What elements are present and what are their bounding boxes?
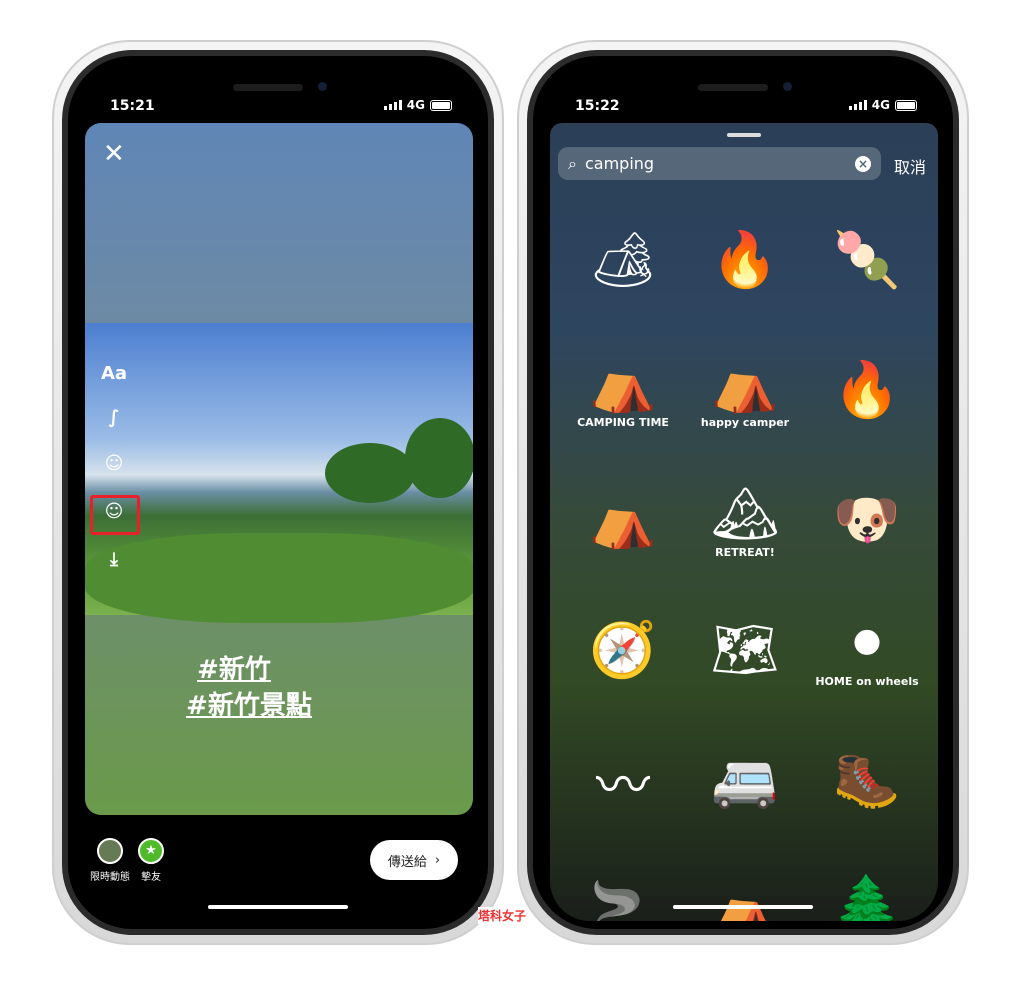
sticker-campfire-logo[interactable]: 🏕 [562, 195, 684, 325]
hashtag[interactable]: #新竹 [85, 649, 473, 686]
landscape-photo[interactable] [85, 323, 473, 623]
download-icon[interactable]: ⤓ [99, 549, 129, 570]
camping-time-icon: ⛺ [589, 351, 657, 415]
sticker-camper-van[interactable]: 🚐 [684, 715, 806, 845]
camera [318, 82, 327, 91]
clock: 15:22 [575, 98, 620, 114]
tent-icon: ⛺ [589, 488, 657, 551]
camper-van-icon: 🚐 [711, 748, 779, 811]
sticker-icon[interactable]: ☺ [99, 453, 129, 474]
sticker-text: happy camper [700, 415, 790, 429]
sticker-camping-time[interactable]: ⛺ CAMPING TIME [562, 325, 684, 455]
story-canvas[interactable]: ✕ Aa ∫ ☺ ☺ ⤓ #新竹 #新竹景點 [85, 123, 473, 815]
cigarette-icon: 🚬 [589, 878, 657, 921]
speaker [698, 84, 768, 91]
sticker-text: HOME on wheels [815, 675, 919, 688]
drag-handle[interactable] [727, 133, 761, 137]
sticker-happy-camper[interactable]: ⛺ happy camper [684, 325, 806, 455]
network-label: 4G [871, 98, 890, 112]
clear-icon[interactable]: × [855, 155, 871, 172]
cancel-button[interactable]: 取消 [894, 154, 926, 178]
face-effects-icon[interactable]: ☺ [99, 501, 129, 522]
sticker-tent[interactable]: ⛺ [562, 455, 684, 585]
signal-icon [848, 100, 867, 110]
speaker [233, 84, 303, 91]
close-icon[interactable]: ✕ [103, 139, 125, 169]
sticker-adventures-badge[interactable]: 🌲Adventures [806, 845, 928, 922]
share-label: 摯友 [141, 872, 161, 883]
status-bar: 15:21 4G [68, 98, 488, 118]
hammock-icon: 〰 [596, 753, 650, 817]
retreat-mountains-icon: 🏔 [710, 481, 780, 545]
campfire-logo-icon: 🏕 [588, 228, 658, 291]
sticker-home-on-wheels[interactable]: ⚫ HOME on wheels [806, 585, 928, 715]
sticker-compass[interactable]: 🧭 [562, 585, 684, 715]
compass-icon: 🧭 [589, 618, 657, 681]
snoopy-campfire-icon: 🐶 [833, 488, 901, 551]
happy-camper-icon: ⛺ [711, 351, 779, 415]
network-label: 4G [406, 98, 425, 112]
share-your-story[interactable]: 限時動態 [90, 838, 130, 883]
home-on-wheels-icon: ⚫ [844, 612, 890, 675]
sticker-campfire[interactable]: 🔥 [684, 195, 806, 325]
send-label: 傳送給 [387, 854, 427, 870]
flaming-marshmallow-icon: 🔥 [833, 358, 901, 421]
battery-icon [895, 99, 917, 111]
home-indicator [673, 905, 813, 909]
sticker-retreat-mountains[interactable]: 🏔 RETREAT! [684, 455, 806, 585]
map-icon: 🗺 [710, 618, 780, 681]
draw-icon[interactable]: ∫ [99, 407, 129, 428]
sticker-tray: ⌕ camping × 取消 🏕 🔥 🍡 ⛺ CAMPING TIME ⛺ happy camp… [550, 123, 938, 921]
text-tool[interactable]: Aa [99, 363, 129, 384]
sticker-text: CAMPING TIME [577, 415, 669, 429]
sticker-hammock[interactable]: 〰 [562, 715, 684, 845]
share-close-friends[interactable]: ★ 摯友 [138, 838, 164, 883]
home-indicator [208, 905, 348, 909]
search-icon: ⌕ [568, 153, 577, 173]
right-phone: 15:22 4G ⌕ camping × 取消 🏕 🔥 🍡 ⛺ CAMPING TIME ⛺ h… [517, 40, 969, 945]
send-to-button[interactable]: 傳送給 › [370, 840, 458, 880]
share-label: 限時動態 [90, 872, 130, 883]
sticker-orange-tent[interactable]: ⛺ [684, 845, 806, 921]
battery-icon [430, 99, 452, 111]
star-icon: ★ [138, 838, 164, 864]
sticker-marshmallows[interactable]: 🍡 [806, 195, 928, 325]
hashtag[interactable]: #新竹景點 [85, 685, 473, 722]
sticker-flaming-marshmallow[interactable]: 🔥 [806, 325, 928, 455]
watermark: 塔科女子 [478, 907, 527, 924]
sticker-map[interactable]: 🗺 [684, 585, 806, 715]
sticker-cigarette[interactable]: 🚬 [562, 845, 684, 921]
sticker-text: RETREAT! [715, 545, 775, 559]
status-bar: 15:22 4G [533, 98, 953, 118]
sticker-hiking-boots[interactable]: 🥾 [806, 715, 928, 845]
chevron-right-icon: › [434, 852, 441, 868]
adventures-badge-icon: 🌲 [833, 871, 901, 922]
clock: 15:21 [110, 98, 155, 114]
signal-icon [383, 100, 402, 110]
hiking-boots-icon: 🥾 [833, 748, 901, 811]
avatar [97, 838, 123, 864]
camera [783, 82, 792, 91]
marshmallows-icon: 🍡 [833, 228, 901, 291]
left-phone: 15:21 4G ✕ Aa ∫ ☺ ☺ ⤓ #新竹 #新竹景點 限時動態 ★ 摯友… [52, 40, 504, 945]
campfire-icon: 🔥 [711, 228, 779, 291]
sticker-search-input[interactable]: ⌕ camping × [558, 147, 881, 180]
orange-tent-icon: ⛺ [711, 878, 779, 921]
search-value: camping [584, 154, 655, 173]
sticker-grid: 🏕 🔥 🍡 ⛺ CAMPING TIME ⛺ happy camper 🔥 ⛺ 🏔 RETREAT!… [562, 195, 928, 921]
sticker-snoopy-campfire[interactable]: 🐶 [806, 455, 928, 585]
